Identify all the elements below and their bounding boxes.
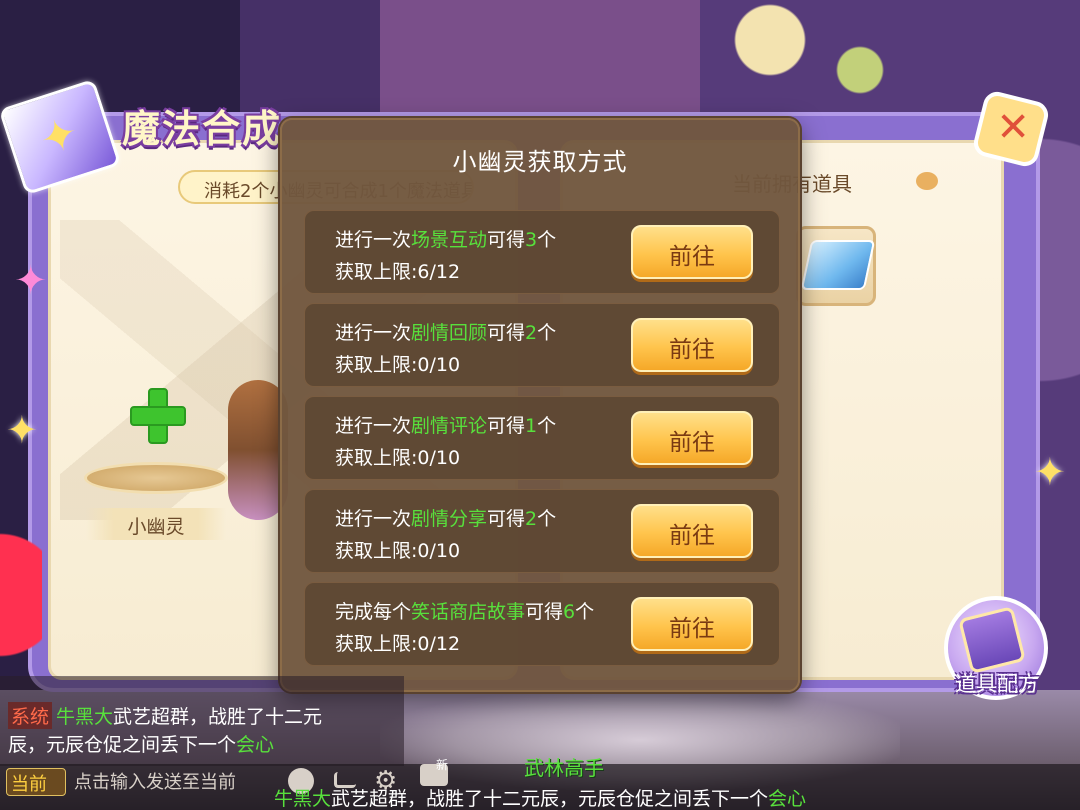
- go-button[interactable]: 前往: [631, 225, 753, 279]
- task-limit: 获取上限:0/12: [335, 633, 461, 655]
- new-badge: 新: [436, 758, 449, 772]
- task-description: 进行一次剧情评论可得1个: [335, 415, 557, 437]
- ingredient-slot-base[interactable]: [84, 462, 228, 494]
- go-button[interactable]: 前往: [631, 318, 753, 372]
- task-row: 完成每个笑话商店故事可得6个 获取上限:0/12 前往: [304, 582, 780, 666]
- task-row: 进行一次剧情回顾可得2个 获取上限:0/10 前往: [304, 303, 780, 387]
- task-row: 进行一次剧情分享可得2个 获取上限:0/10 前往: [304, 489, 780, 573]
- task-description: 进行一次场景互动可得3个: [335, 229, 557, 251]
- chat-input[interactable]: 点击输入发送至当前: [74, 768, 236, 794]
- task-limit: 获取上限:0/10: [335, 540, 461, 562]
- magic-book-item-icon: [800, 240, 876, 290]
- modal-title: 小幽灵获取方式: [452, 148, 628, 176]
- go-button[interactable]: 前往: [631, 411, 753, 465]
- item-recipe-label: 道具配方: [955, 672, 1039, 696]
- task-description: 完成每个笑话商店故事可得6个: [335, 601, 595, 623]
- sparkle-star-icon: ✦: [1034, 450, 1066, 494]
- chat-message-continued: 辰，元辰仓促之间丢下一个会心: [8, 734, 275, 756]
- go-button[interactable]: 前往: [631, 504, 753, 558]
- npc-title: 武林高手: [524, 756, 604, 780]
- task-description: 进行一次剧情分享可得2个: [335, 508, 557, 530]
- go-button[interactable]: 前往: [631, 597, 753, 651]
- red-creature: [0, 520, 42, 670]
- chat-message: 系统 牛黑大武艺超群，战胜了十二元: [8, 702, 322, 729]
- pink-sparkle-icon: ✦: [14, 258, 48, 304]
- close-icon: ✕: [996, 104, 1030, 151]
- task-row: 进行一次剧情评论可得1个 获取上限:0/10 前往: [304, 396, 780, 480]
- task-description: 进行一次剧情回顾可得2个: [335, 322, 557, 344]
- task-limit: 获取上限:0/10: [335, 354, 461, 376]
- task-row: 进行一次场景互动可得3个 获取上限:6/12 前往: [304, 210, 780, 294]
- chat-channel-button[interactable]: 当前: [6, 768, 66, 796]
- task-limit: 获取上限:0/10: [335, 447, 461, 469]
- synthesis-title: 魔法合成: [122, 107, 283, 151]
- ingredient-slot-label: 小幽灵: [86, 508, 226, 540]
- ghost-acquisition-modal: 小幽灵获取方式 进行一次场景互动可得3个 获取上限:6/12 前往 进行一次剧情…: [280, 118, 800, 692]
- broadcast-marquee: 牛黑大武艺超群，战胜了十二元辰，元辰仓促之间丢下一个会心: [274, 788, 807, 810]
- player-name[interactable]: 牛黑大: [56, 706, 113, 728]
- swirl-icon: [916, 172, 938, 190]
- character-figure: [228, 380, 288, 520]
- add-slot-plus-icon[interactable]: [128, 386, 186, 444]
- system-tag: 系统: [8, 702, 53, 729]
- sparkle-star-icon: ✦: [6, 408, 38, 452]
- task-limit: 获取上限:6/12: [335, 261, 461, 283]
